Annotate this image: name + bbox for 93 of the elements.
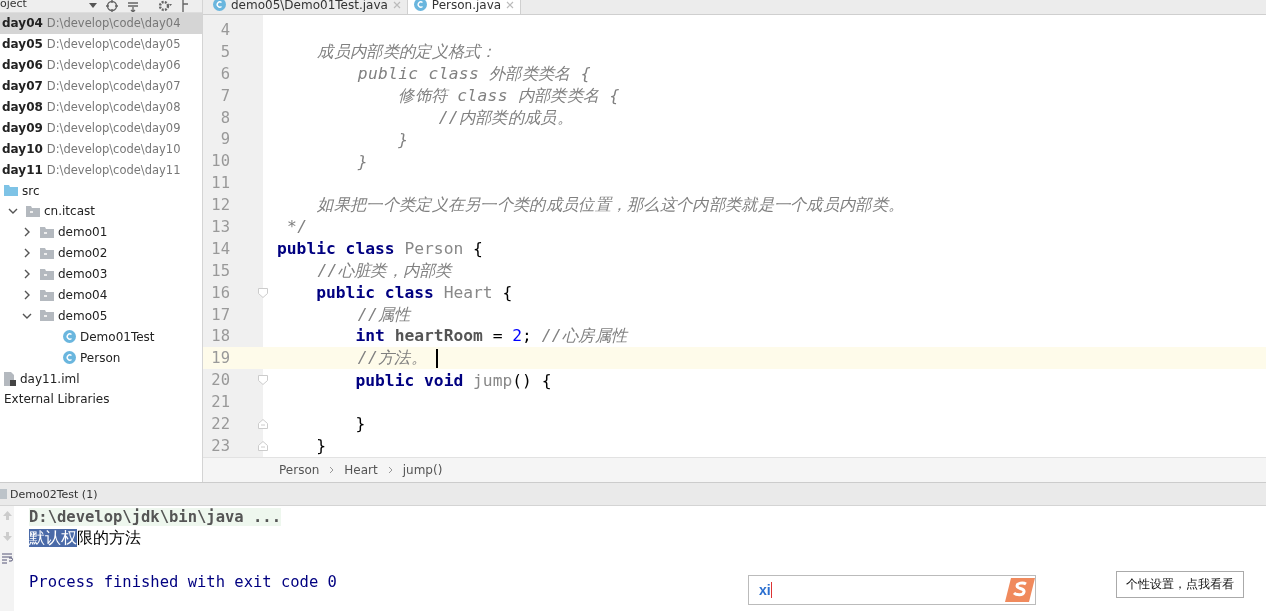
line-number: 19 [210, 349, 230, 368]
chevron-right-icon[interactable] [22, 227, 32, 238]
editor-tab[interactable]: Person.java [407, 0, 522, 14]
folder-icon [4, 185, 18, 197]
line-number: 9 [219, 130, 230, 149]
module-item[interactable]: day10 D:\develop\code\day10 [0, 138, 202, 160]
line-number: 17 [210, 305, 230, 324]
chevron-right-icon[interactable] [22, 269, 32, 280]
tree-item[interactable]: src [22, 183, 40, 198]
personalize-button[interactable]: 个性设置，点我看看 [1116, 571, 1244, 598]
line-number: 11 [210, 174, 230, 193]
code-line: 成员内部类的定义格式： [316, 40, 497, 63]
code-line: //属性 [356, 303, 411, 326]
code-line: public class Heart { [315, 283, 513, 303]
line-number: 21 [210, 393, 230, 412]
line-number: 10 [210, 152, 230, 171]
ime-input-field[interactable]: xi [748, 575, 1036, 605]
code-line: } [356, 151, 368, 171]
breadcrumb[interactable]: Heart [344, 463, 378, 477]
chevron-right-icon[interactable] [22, 248, 32, 259]
line-number: 7 [219, 86, 230, 105]
line-number: 8 [219, 108, 230, 127]
chevron-right-icon [329, 466, 335, 474]
folder-icon [40, 247, 54, 259]
module-item[interactable]: day04 D:\develop\code\day04 [0, 13, 202, 34]
class-icon [213, 0, 226, 11]
caret-icon[interactable] [89, 3, 97, 9]
line-number: 16 [210, 283, 230, 302]
line-number: 20 [210, 371, 230, 390]
code-line: */ [286, 217, 308, 237]
code-line: 修饰符 class 内部类类名 { [397, 84, 620, 107]
code-line: 如果把一个类定义在另一个类的成员位置，那么这个内部类就是一个成员内部类。 [316, 194, 905, 217]
module-item[interactable]: day08 D:\develop\code\day08 [0, 96, 202, 118]
code-line: } [315, 436, 326, 456]
hide-icon[interactable] [181, 0, 189, 12]
module-item[interactable]: day07 D:\develop\code\day07 [0, 75, 202, 97]
line-number: 5 [219, 42, 230, 61]
code-line: } [354, 414, 366, 434]
target-icon[interactable] [106, 0, 118, 12]
file-icon [4, 371, 16, 386]
class-icon [413, 0, 427, 11]
code-line: //内部类的成员。 [437, 106, 573, 129]
line-number: 18 [210, 327, 230, 346]
line-number: 13 [210, 217, 230, 236]
line-number: 14 [210, 239, 230, 258]
module-item[interactable]: day06 D:\develop\code\day06 [0, 54, 202, 76]
soft-wrap-icon[interactable] [1, 553, 13, 564]
console-line: Process finished with exit code 0 [29, 573, 337, 592]
code-line: } [397, 129, 409, 149]
tree-item[interactable]: Demo01Test [80, 329, 155, 344]
tree-item[interactable]: demo05 [58, 308, 108, 323]
line-number: 15 [210, 261, 230, 280]
editor-tab[interactable]: demo05\Demo01Test.java [207, 0, 408, 14]
tree-item[interactable]: demo04 [58, 288, 108, 302]
code-line: //心脏类，内部类 [316, 259, 452, 282]
line-number: 23 [210, 436, 230, 455]
folder-icon [26, 205, 40, 217]
module-item[interactable]: day05 D:\develop\code\day05 [0, 33, 202, 55]
module-item[interactable]: day11 D:\develop\code\day11 [0, 159, 202, 181]
line-number: 6 [219, 64, 230, 83]
line-number: 22 [210, 414, 230, 433]
tree-item[interactable]: External Libraries [4, 392, 110, 407]
settings-icon[interactable] [158, 0, 172, 12]
line-number: 4 [219, 20, 230, 39]
module-item[interactable]: day09 D:\develop\code\day09 [0, 117, 202, 139]
code-line: public void jump() { [354, 370, 552, 390]
chevron-right-icon[interactable] [22, 290, 32, 300]
breadcrumb[interactable]: jump() [402, 463, 443, 477]
folder-icon [40, 268, 54, 280]
text-caret [435, 348, 438, 368]
tree-item[interactable]: demo03 [58, 267, 108, 282]
code-line: int heartRoom = 2; //心房属性 [354, 325, 628, 348]
code-line: public class Person { [277, 239, 483, 259]
folder-icon [40, 226, 54, 238]
s-logo-icon [1005, 578, 1035, 602]
class-icon [63, 351, 76, 365]
file-icon [0, 489, 7, 499]
tree-item[interactable]: cn.itcast [44, 204, 95, 219]
breadcrumb[interactable]: Person [279, 463, 320, 477]
console-line: 默认权限的方法 [29, 528, 141, 550]
folder-icon [40, 310, 54, 322]
code-line: public class 外部类类名 { [356, 62, 591, 85]
code-line: //方法。 [356, 347, 427, 370]
line-number: 12 [210, 196, 230, 215]
class-icon [63, 330, 76, 344]
folder-icon [40, 289, 54, 301]
tree-item[interactable]: demo01 [58, 225, 108, 240]
tree-item[interactable]: demo02 [58, 246, 108, 261]
tree-item[interactable]: day11.iml [20, 371, 80, 386]
collapse-icon[interactable] [127, 0, 139, 12]
tree-item[interactable]: Person [80, 350, 121, 365]
run-tab[interactable]: Demo02Test (1) [10, 487, 98, 501]
chevron-right-icon [387, 466, 393, 474]
